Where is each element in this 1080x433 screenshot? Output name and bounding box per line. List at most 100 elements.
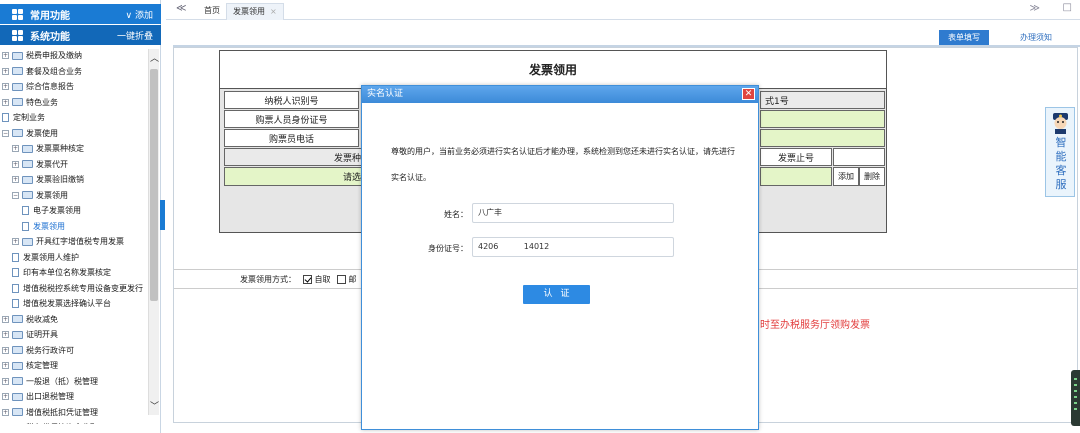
tree-item-label: 综合信息报告 (26, 82, 74, 91)
format-cell: 式1号 (760, 91, 885, 109)
expand-icon[interactable]: + (2, 52, 9, 59)
tree-item[interactable]: 定制业务 (2, 111, 45, 124)
tabs-forward-icon[interactable]: ≫ (1030, 3, 1040, 14)
tree-item[interactable]: + 税收减免 (2, 313, 58, 326)
please-choose-cell[interactable]: 请选 (224, 167, 364, 186)
scroll-up-icon[interactable]: ︿ (150, 51, 159, 64)
left-panel: 常用功能 ∨ 添加 系统功能 一键折叠 + 税费申报及缴纳 + 套餐及组合业务 + 综合信… (0, 0, 161, 433)
expand-icon[interactable]: + (2, 393, 9, 400)
tree-item[interactable]: + 套餐及组合业务 (2, 65, 82, 78)
expand-icon[interactable]: + (2, 315, 9, 323)
tree-item[interactable]: + 税务行政许可 (2, 344, 74, 357)
expand-icon[interactable]: + (12, 160, 19, 168)
tree-item[interactable]: + 一般退（抵）税管理 (2, 375, 98, 388)
common-functions-bar[interactable]: 常用功能 ∨ 添加 (0, 4, 161, 24)
tree-item[interactable]: + 证明开具 (2, 328, 58, 341)
tabs-back-icon[interactable]: ≪ (176, 3, 186, 14)
add-favorite-button[interactable]: ∨ 添加 (126, 8, 153, 21)
expand-icon[interactable]: + (2, 408, 9, 416)
folder-icon (22, 160, 33, 168)
form-fill-tab[interactable]: 表单填写 (939, 30, 989, 45)
scroll-down-icon[interactable]: ﹀ (150, 399, 159, 412)
dialog-message: 尊敬的用户，当前业务必须进行实名认证后才能办理，系统检测到您还未进行实名认证，请… (391, 147, 735, 182)
smart-service-widget[interactable]: 智能客服 (1045, 107, 1075, 197)
id-number-field[interactable]: 4206 14012 (472, 237, 674, 257)
document-icon (12, 252, 19, 262)
id-label: 身份证号： (428, 244, 468, 253)
folder-icon (22, 144, 33, 153)
expand-icon[interactable]: + (2, 346, 9, 354)
expand-icon[interactable]: + (2, 83, 9, 90)
tree-item[interactable]: + 发票代开 (12, 158, 68, 171)
tree-item[interactable]: + 特色业务 (2, 96, 58, 109)
name-field[interactable]: 八广丰 (472, 203, 674, 223)
scroll-thumb[interactable] (150, 69, 158, 301)
buyer-id-input[interactable] (760, 110, 885, 128)
tree-item[interactable]: + 税费申报及缴纳 (2, 49, 82, 62)
document-icon (22, 206, 29, 215)
close-icon[interactable]: ✕ (742, 88, 755, 100)
tree-item-label: 增值税抵扣凭证管理 (26, 407, 98, 417)
document-icon (22, 221, 29, 231)
tree-item-label: 增值税发票选择确认平台 (23, 299, 111, 308)
expand-icon[interactable]: + (2, 362, 9, 369)
invoice-type-header: 发票种 (224, 148, 364, 166)
checkbox-checked-icon[interactable] (303, 275, 312, 284)
expand-icon[interactable]: + (2, 67, 9, 75)
dialog-title: 实名认证 (362, 86, 758, 103)
tree-item[interactable]: 发票领用 (22, 220, 65, 233)
tree-item[interactable]: + 综合信息报告 (2, 80, 74, 93)
tree-item[interactable]: + 发票票种核定 (12, 142, 84, 155)
tree-item[interactable]: + 增值税抵扣凭证管理 (2, 406, 98, 419)
tab-bar: ≪ 首页 发票领用 × ≫ □ (166, 0, 1080, 20)
tree-item[interactable]: 增值税发票选择确认平台 (12, 297, 111, 310)
collapse-icon[interactable]: − (12, 191, 19, 199)
tree-item[interactable]: − 发票使用 (2, 127, 58, 140)
pickup-tip: 时至办税服务厅领购发票 (760, 320, 870, 331)
sidebar-collapse-handle[interactable] (160, 200, 165, 230)
tree-scrollbar[interactable]: ︿ ﹀ (148, 49, 159, 415)
expand-icon[interactable]: + (2, 331, 9, 338)
tab-home[interactable]: 首页 (198, 3, 226, 20)
add-button[interactable]: 添加 (833, 167, 859, 186)
function-tree: + 税费申报及缴纳 + 套餐及组合业务 + 综合信息报告 + 特色业务 定制业务 − 发票使用 + 发票… (0, 49, 148, 424)
tree-item[interactable]: 增值税税控系统专用设备变更发行 (12, 282, 143, 295)
notes-tab[interactable]: 办理须知 (1011, 30, 1061, 45)
folder-icon (12, 423, 23, 424)
tree-item[interactable]: 发票领用人维护 (12, 251, 79, 264)
tree-item[interactable]: − 发票领用 (12, 189, 68, 202)
collapse-all-button[interactable]: 一键折叠 (117, 29, 153, 42)
buyer-phone-input[interactable] (760, 129, 885, 147)
maximize-icon[interactable]: □ (1063, 2, 1072, 13)
document-icon (2, 113, 9, 122)
delete-button[interactable]: 删除 (859, 167, 885, 186)
close-tab-icon[interactable]: × (270, 7, 277, 16)
expand-icon[interactable]: + (2, 377, 9, 385)
system-functions-bar[interactable]: 系统功能 一键折叠 (0, 25, 161, 45)
tree-item-label: 发票领用人维护 (23, 252, 79, 262)
tree-item[interactable]: +税务代保管资金收取 (2, 421, 98, 424)
tree-item[interactable]: 印有本单位名称发票核定 (12, 266, 111, 279)
verify-button[interactable]: 认证 (523, 285, 590, 304)
self-pickup-option[interactable]: 自取 (303, 274, 331, 285)
checkbox-icon[interactable] (337, 275, 346, 284)
mail-option[interactable]: 邮 (337, 274, 357, 285)
tree-item-label: 特色业务 (26, 97, 58, 107)
tree-item[interactable]: + 出口退税管理 (2, 390, 74, 403)
expand-icon[interactable]: + (12, 176, 19, 183)
tree-item[interactable]: 电子发票领用 (22, 204, 81, 217)
end-no-input[interactable] (760, 167, 832, 186)
expand-icon[interactable]: + (2, 98, 9, 106)
tree-item[interactable]: + 开具红字增值税专用发票 (12, 235, 124, 248)
folder-icon (12, 67, 23, 75)
receive-mode-label: 发票领用方式： (240, 275, 296, 284)
tree-item[interactable]: + 发票验旧缴销 (12, 173, 84, 186)
expand-icon[interactable]: + (12, 145, 19, 152)
folder-icon (12, 346, 23, 354)
side-float-tab[interactable] (1071, 370, 1080, 426)
expand-icon[interactable]: + (12, 238, 19, 245)
collapse-icon[interactable]: − (2, 129, 9, 137)
system-functions-title: 系统功能 (30, 31, 70, 43)
tree-item[interactable]: + 核定管理 (2, 359, 58, 372)
tab-invoice-receive[interactable]: 发票领用 × (226, 3, 284, 20)
